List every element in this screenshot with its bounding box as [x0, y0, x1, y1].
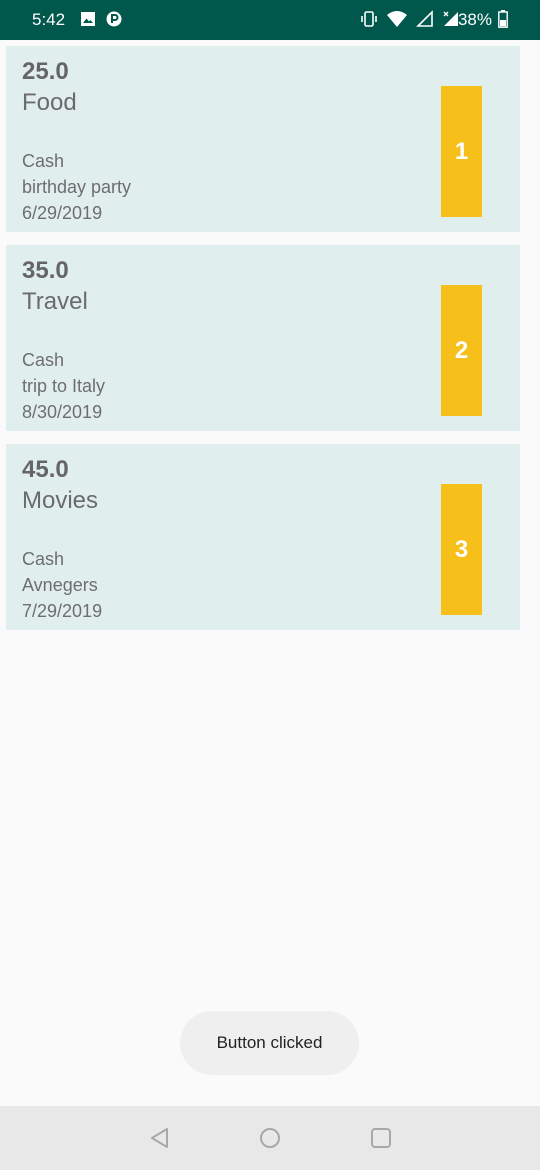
- p-icon: [106, 10, 122, 33]
- expense-card[interactable]: 45.0 Movies Cash Avnegers 7/29/2019 3: [6, 444, 520, 630]
- expense-date: 7/29/2019: [22, 601, 103, 621]
- image-icon: [80, 11, 96, 32]
- expense-amount: 45.0: [22, 456, 69, 483]
- expense-category: Movies: [22, 487, 99, 514]
- expense-card[interactable]: 25.0 Food Cash birthday party 6/29/2019 …: [6, 46, 520, 232]
- expense-number-button[interactable]: 1: [441, 86, 482, 217]
- signal-icon: [416, 10, 434, 33]
- expense-card[interactable]: 35.0 Travel Cash trip to Italy 8/30/2019…: [6, 245, 520, 431]
- toast-message: Button clicked: [180, 1011, 359, 1075]
- payment-method: Cash: [22, 549, 65, 569]
- expense-amount: 25.0: [22, 58, 69, 85]
- navigation-bar: [0, 1106, 540, 1170]
- expense-category: Travel: [22, 288, 88, 315]
- expense-amount: 35.0: [22, 257, 69, 284]
- status-time: 5:42: [32, 10, 66, 29]
- expense-category: Food: [22, 89, 77, 116]
- wifi-icon: [386, 10, 408, 33]
- status-right-icons: [360, 10, 460, 33]
- back-icon[interactable]: [148, 1126, 172, 1150]
- expense-description: Avnegers: [22, 575, 98, 595]
- expense-list: 25.0 Food Cash birthday party 6/29/2019 …: [6, 46, 520, 643]
- expense-description: trip to Italy: [22, 376, 106, 396]
- payment-method: Cash: [22, 350, 65, 370]
- recents-icon[interactable]: [369, 1126, 393, 1150]
- battery-percentage: 38%: [457, 10, 492, 29]
- expense-number-button[interactable]: 2: [441, 285, 482, 416]
- status-bar: 5:42 38%: [0, 0, 540, 40]
- expense-date: 6/29/2019: [22, 203, 103, 223]
- vibrate-icon: [360, 10, 378, 33]
- battery-icon: [498, 10, 508, 33]
- expense-date: 8/30/2019: [22, 402, 103, 422]
- expense-description: birthday party: [22, 177, 132, 197]
- expense-number-button[interactable]: 3: [441, 484, 482, 615]
- home-icon[interactable]: [258, 1126, 282, 1150]
- payment-method: Cash: [22, 151, 65, 171]
- status-left-icons: [80, 10, 122, 33]
